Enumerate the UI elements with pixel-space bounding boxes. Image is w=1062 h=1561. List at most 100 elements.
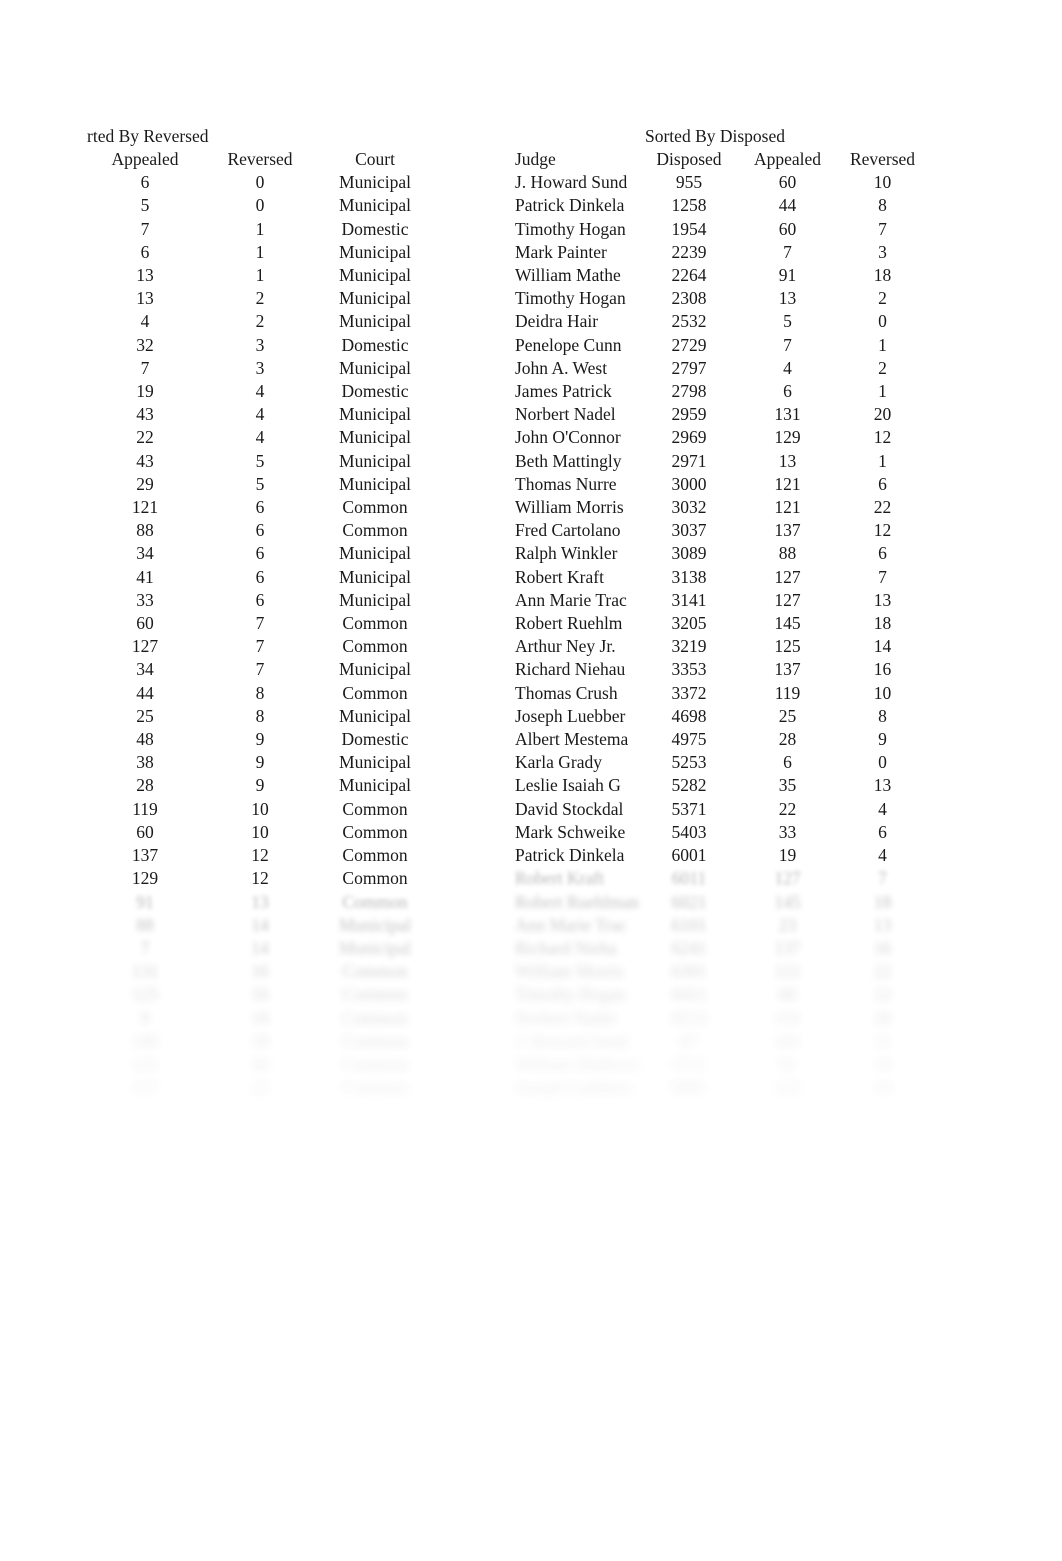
- cell-reversed[interactable]: 0: [840, 310, 925, 333]
- cell-appealed[interactable]: 137: [85, 844, 205, 867]
- cell-judge[interactable]: Robert Kraft: [515, 566, 643, 589]
- cell-disposed[interactable]: 2797: [643, 357, 735, 380]
- cell-court[interactable]: Common: [315, 496, 435, 519]
- cell-court[interactable]: Common: [315, 1053, 435, 1076]
- cell-judge[interactable]: Beth Mattingly: [515, 450, 643, 473]
- cell-court[interactable]: Common: [315, 519, 435, 542]
- cell-reversed[interactable]: 3: [205, 334, 315, 357]
- cell-appealed[interactable]: 23: [735, 914, 840, 937]
- cell-reversed[interactable]: 16: [840, 937, 925, 960]
- cell-reversed[interactable]: 7: [205, 612, 315, 635]
- table-row[interactable]: Norbert Nadel 6513 131 20: [515, 1007, 925, 1030]
- table-row[interactable]: 88 14 Municipal: [85, 914, 435, 937]
- cell-court[interactable]: Municipal: [315, 426, 435, 449]
- cell-reversed[interactable]: 12: [840, 519, 925, 542]
- cell-judge[interactable]: Joseph Luebbers: [515, 1076, 643, 1099]
- cell-judge[interactable]: Timothy Hogan: [515, 287, 643, 310]
- cell-reversed[interactable]: 13: [840, 914, 925, 937]
- cell-reversed[interactable]: 7: [205, 658, 315, 681]
- cell-disposed[interactable]: 6001: [643, 844, 735, 867]
- table-row[interactable]: Richard Niehau 3353 137 16: [515, 658, 925, 681]
- cell-disposed[interactable]: 2308: [643, 287, 735, 310]
- cell-court[interactable]: Domestic: [315, 380, 435, 403]
- cell-appealed[interactable]: 60: [735, 983, 840, 1006]
- cell-reversed[interactable]: 5: [205, 450, 315, 473]
- cell-disposed[interactable]: 6011: [643, 867, 735, 890]
- cell-reversed[interactable]: 6: [840, 542, 925, 565]
- table-row[interactable]: Patrick Dinkela 6001 19 4: [515, 844, 925, 867]
- cell-court[interactable]: Municipal: [315, 403, 435, 426]
- cell-reversed[interactable]: 6: [205, 566, 315, 589]
- cell-judge[interactable]: Robert Ruehlman: [515, 891, 643, 914]
- cell-judge[interactable]: Timothy Hogan: [515, 983, 643, 1006]
- cell-court[interactable]: Municipal: [315, 473, 435, 496]
- cell-disposed[interactable]: 955: [643, 171, 735, 194]
- cell-judge[interactable]: Albert Mestema: [515, 728, 643, 751]
- cell-appealed[interactable]: 60: [735, 218, 840, 241]
- cell-reversed[interactable]: 20: [840, 1007, 925, 1030]
- cell-appealed[interactable]: 131: [85, 960, 205, 983]
- cell-reversed[interactable]: 9: [205, 728, 315, 751]
- column-header-reversed[interactable]: Reversed: [205, 148, 315, 171]
- table-row[interactable]: William Mathews 6711 91 18: [515, 1053, 925, 1076]
- table-row[interactable]: Robert Ruehlman 6021 145 18: [515, 891, 925, 914]
- cell-disposed[interactable]: 3037: [643, 519, 735, 542]
- table-row[interactable]: 145 18 Common: [85, 1030, 435, 1053]
- cell-reversed[interactable]: 12: [840, 983, 925, 1006]
- cell-judge[interactable]: John A. West: [515, 357, 643, 380]
- table-row[interactable]: Deidra Hair 2532 5 0: [515, 310, 925, 333]
- cell-court[interactable]: Municipal: [315, 774, 435, 797]
- cell-reversed[interactable]: 3: [205, 357, 315, 380]
- cell-judge[interactable]: Richard Niehau: [515, 658, 643, 681]
- cell-court[interactable]: Municipal: [315, 751, 435, 774]
- cell-disposed[interactable]: 2959: [643, 403, 735, 426]
- cell-appealed[interactable]: 119: [85, 798, 205, 821]
- cell-court[interactable]: Municipal: [315, 310, 435, 333]
- cell-disposed[interactable]: 6101: [643, 914, 735, 937]
- cell-court[interactable]: Municipal: [315, 241, 435, 264]
- cell-reversed[interactable]: 14: [205, 937, 315, 960]
- cell-appealed[interactable]: 6: [735, 751, 840, 774]
- cell-appealed[interactable]: 101: [735, 1030, 840, 1053]
- cell-court[interactable]: Municipal: [315, 658, 435, 681]
- cell-judge[interactable]: Mark Schweike: [515, 821, 643, 844]
- cell-judge[interactable]: William Morris: [515, 960, 643, 983]
- table-row[interactable]: Albert Mestema 4975 28 9: [515, 728, 925, 751]
- cell-court[interactable]: Common: [315, 682, 435, 705]
- cell-disposed[interactable]: 5403: [643, 821, 735, 844]
- table-row[interactable]: 91 13 Common: [85, 891, 435, 914]
- cell-reversed[interactable]: 1: [840, 450, 925, 473]
- cell-disposed[interactable]: 3089: [643, 542, 735, 565]
- cell-disposed[interactable]: 1258: [643, 194, 735, 217]
- cell-judge[interactable]: Ann Marie Trac: [515, 914, 643, 937]
- cell-appealed[interactable]: 5: [85, 194, 205, 217]
- cell-appealed[interactable]: 127: [735, 566, 840, 589]
- table-row[interactable]: James Patrick 2798 6 1: [515, 380, 925, 403]
- cell-reversed[interactable]: 6: [205, 519, 315, 542]
- cell-appealed[interactable]: 44: [735, 194, 840, 217]
- table-row[interactable]: 121 6 Common: [85, 496, 435, 519]
- cell-judge[interactable]: James Patrick: [515, 380, 643, 403]
- cell-reversed[interactable]: 14: [840, 1076, 925, 1099]
- cell-appealed[interactable]: 4: [735, 357, 840, 380]
- cell-appealed[interactable]: 127: [85, 635, 205, 658]
- cell-disposed[interactable]: 2971: [643, 450, 735, 473]
- cell-reversed[interactable]: 4: [840, 798, 925, 821]
- cell-judge[interactable]: David Stockdal: [515, 798, 643, 821]
- cell-disposed[interactable]: 2532: [643, 310, 735, 333]
- table-row[interactable]: J. Howard Sund 955 60 10: [515, 171, 925, 194]
- cell-appealed[interactable]: 13: [85, 264, 205, 287]
- cell-appealed[interactable]: 137: [735, 519, 840, 542]
- cell-court[interactable]: Municipal: [315, 450, 435, 473]
- cell-court[interactable]: Common: [315, 844, 435, 867]
- table-row[interactable]: John A. West 2797 4 2: [515, 357, 925, 380]
- cell-court[interactable]: Municipal: [315, 705, 435, 728]
- table-row[interactable]: Timothy Hogan 1954 60 7: [515, 218, 925, 241]
- table-row[interactable]: Joseph Luebbers 6901 125 14: [515, 1076, 925, 1099]
- cell-appealed[interactable]: 34: [85, 658, 205, 681]
- cell-disposed[interactable]: 3353: [643, 658, 735, 681]
- table-row[interactable]: Leslie Isaiah G 5282 35 13: [515, 774, 925, 797]
- cell-reversed[interactable]: 20: [205, 1053, 315, 1076]
- cell-appealed[interactable]: 121: [735, 960, 840, 983]
- cell-appealed[interactable]: 127: [735, 589, 840, 612]
